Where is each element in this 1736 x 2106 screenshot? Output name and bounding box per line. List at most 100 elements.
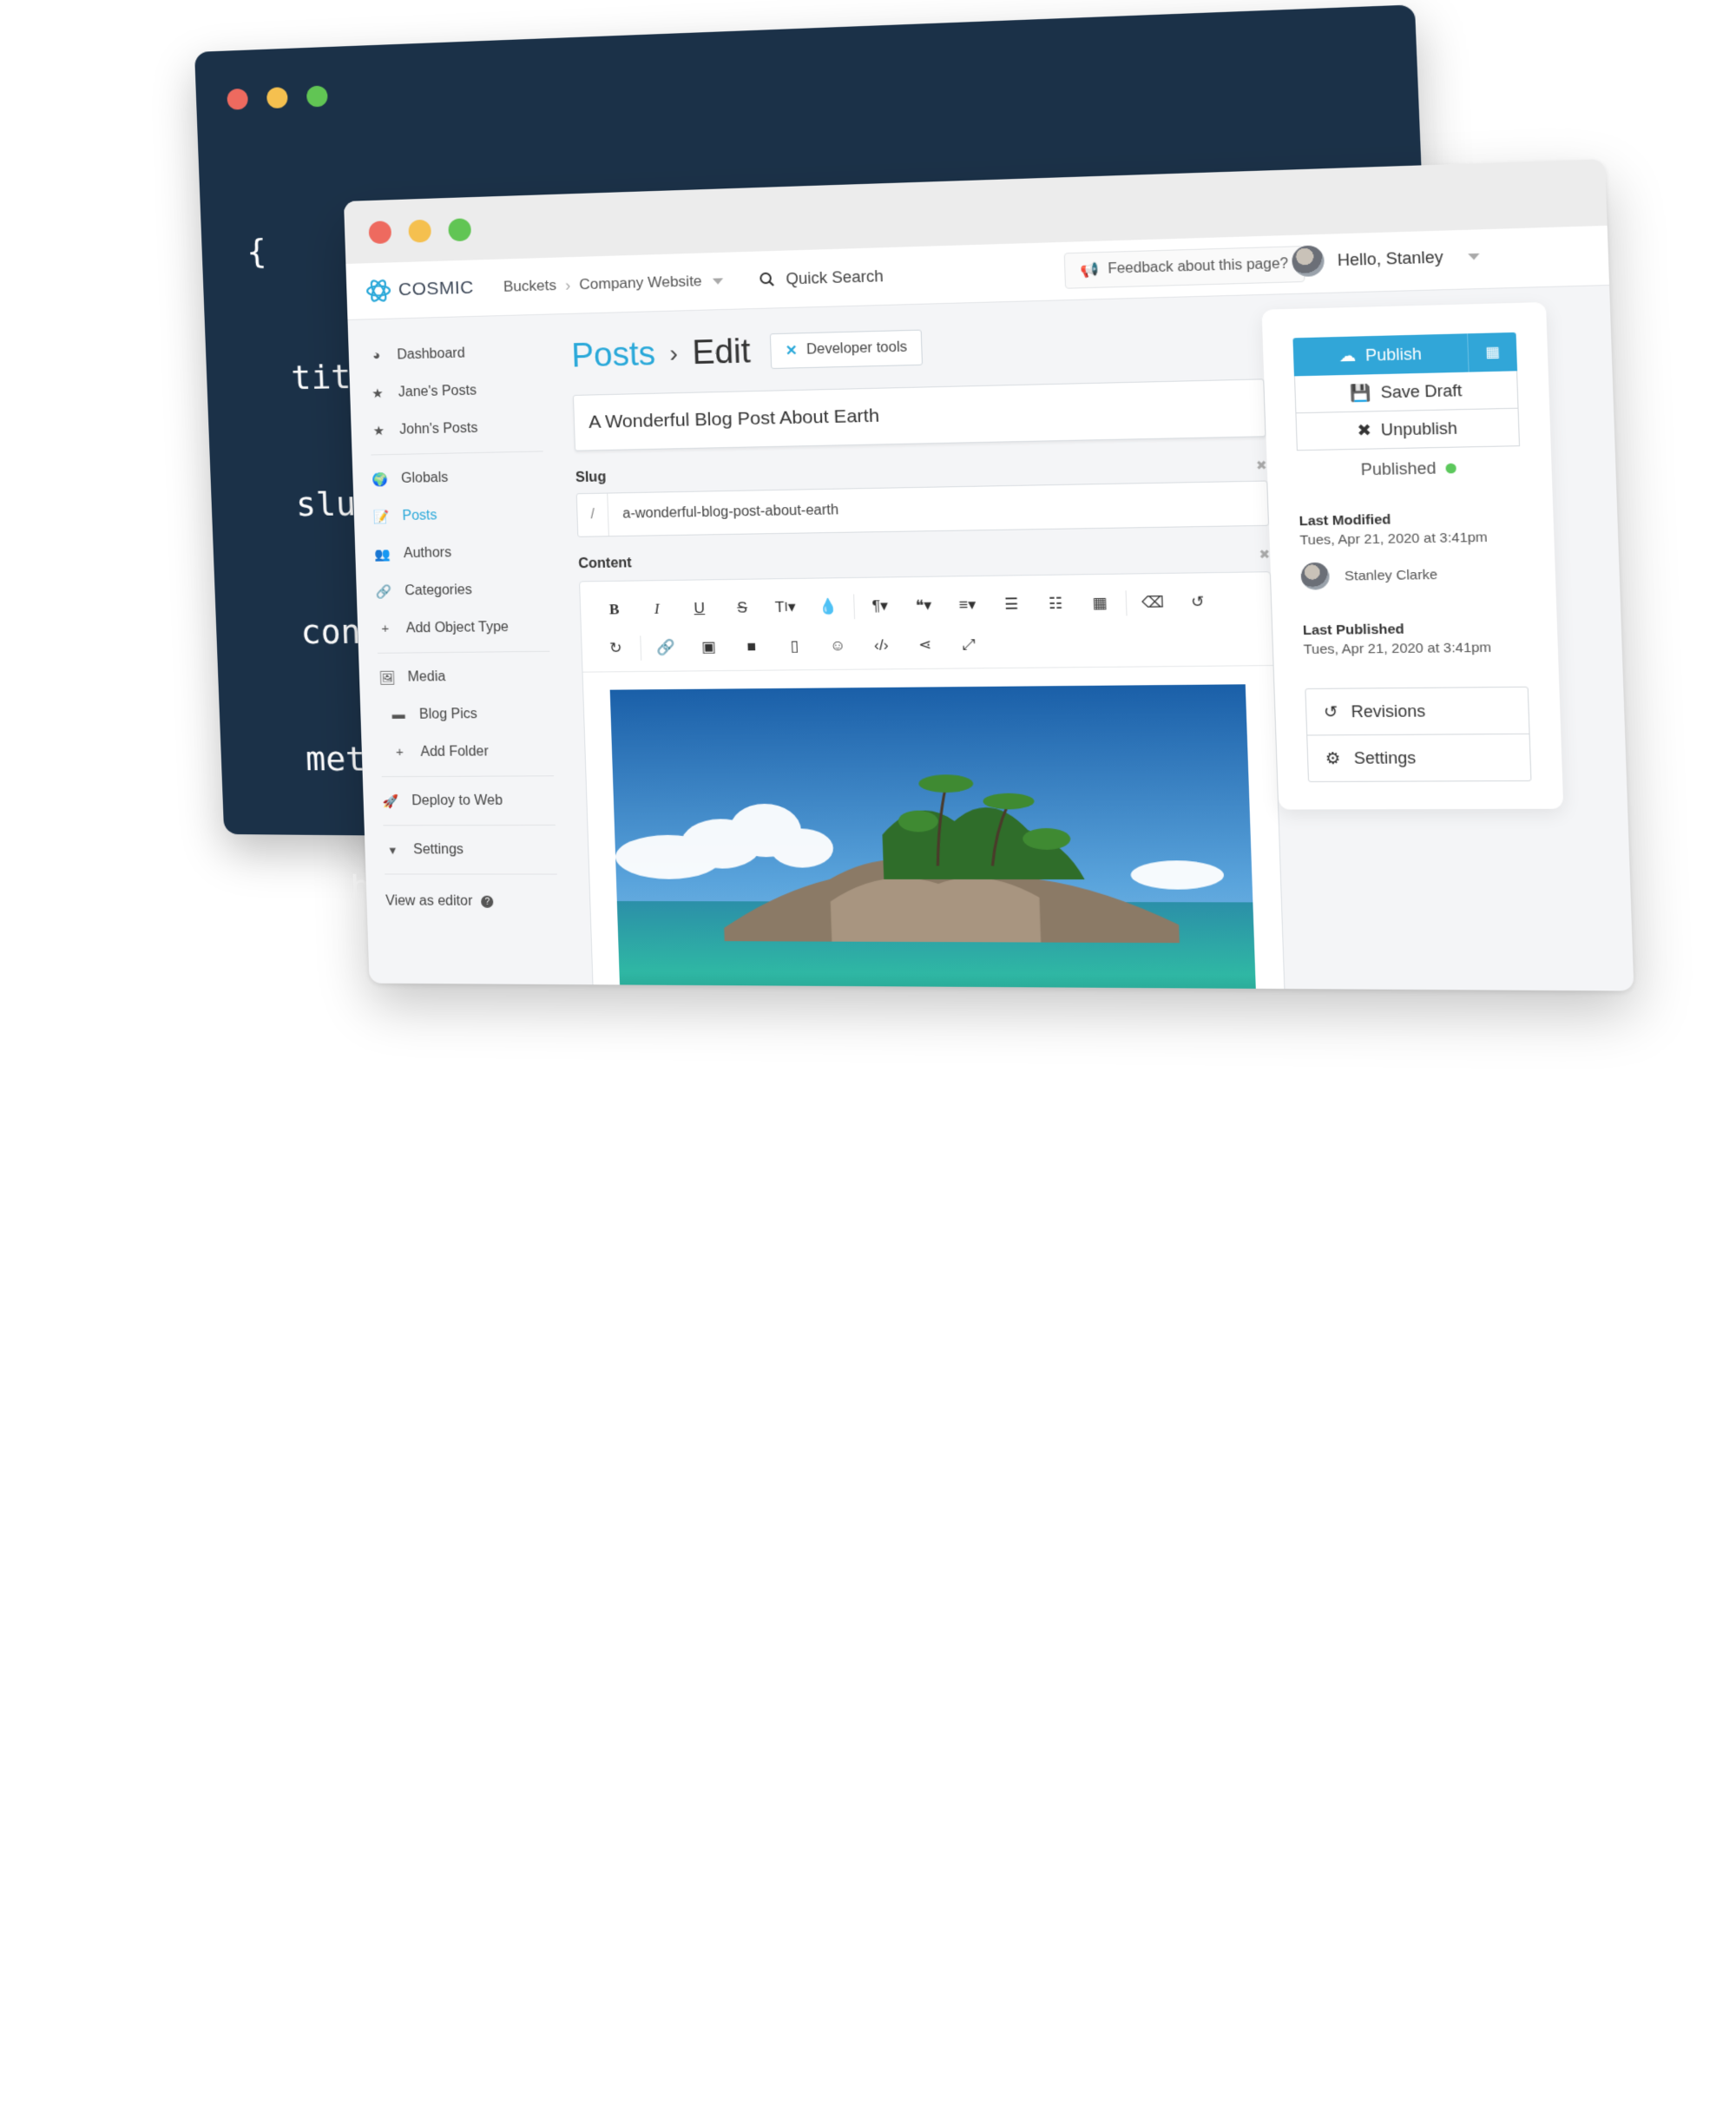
sidebar-item-media[interactable]: 🖼 Media [378, 657, 562, 696]
people-icon: 👥 [374, 546, 391, 563]
close-window-button[interactable] [227, 88, 248, 110]
cosmic-logo[interactable]: COSMIC [365, 275, 475, 305]
content-label-row: Content ✖ [578, 546, 1270, 572]
video-icon[interactable]: ■ [730, 632, 774, 662]
sidebar-item-deploy-to-web[interactable]: 🚀 Deploy to Web [382, 781, 566, 819]
breadcrumb-buckets[interactable]: Buckets [503, 277, 557, 296]
slug-field[interactable]: / a-wonderful-blog-post-about-earth [575, 480, 1270, 537]
eraser-icon[interactable]: ⌫ [1130, 587, 1176, 618]
page-heading: Posts › Edit ✕ Developer tools [570, 312, 1263, 383]
emoji-icon[interactable]: ☺ [816, 630, 860, 661]
island-photo [609, 684, 1259, 991]
app-body: ◕ Dashboard ★ Jane's Posts ★ John's Post… [347, 286, 1634, 991]
sidebar-divider [377, 650, 550, 654]
maximize-window-button[interactable] [306, 85, 328, 108]
quick-search[interactable]: Quick Search [759, 267, 884, 289]
sidebar-item-dashboard[interactable]: ◕ Dashboard [367, 332, 551, 375]
save-draft-button[interactable]: 💾 Save Draft [1293, 371, 1519, 414]
sidebar-item-janes-posts[interactable]: ★ Jane's Posts [368, 370, 552, 411]
sidebar-item-settings[interactable]: ▾ Settings [384, 831, 568, 869]
breadcrumb-posts[interactable]: Posts [571, 335, 656, 375]
strikethrough-icon[interactable]: S [720, 593, 765, 623]
code-line: pu [274, 993, 397, 1035]
link-icon[interactable]: 🔗 [644, 633, 687, 663]
sidebar-item-blog-pics[interactable]: ▬ Blog Pics [379, 694, 563, 734]
code-icon[interactable]: ‹/› [859, 630, 904, 661]
sidebar-item-johns-posts[interactable]: ★ John's Posts [370, 408, 554, 450]
unordered-list-icon[interactable]: ☷ [1033, 589, 1078, 620]
paragraph-icon[interactable]: ¶▾ [858, 591, 902, 622]
save-draft-label: Save Draft [1380, 380, 1463, 402]
share-icon[interactable]: ⋖ [903, 629, 948, 661]
sidebar-item-add-object-type[interactable]: + Add Object Type [376, 608, 560, 648]
sidebar-item-label: Blog Pics [418, 706, 478, 722]
developer-tools-button[interactable]: ✕ Developer tools [769, 329, 924, 370]
star-icon: ★ [372, 385, 384, 401]
italic-icon[interactable]: I [635, 594, 679, 624]
font-size-icon[interactable]: T I ▾ [763, 592, 807, 622]
fullscreen-icon[interactable]: ⤢ [946, 629, 991, 661]
globe-icon: 🌍 [372, 471, 389, 488]
chevron-right-icon: › [668, 339, 679, 367]
publish-panel-container: ☁ Publish ▦ 💾 Save Draft ✖ Unpublish Pub… [1261, 287, 1572, 991]
align-icon[interactable]: ≡▾ [945, 589, 990, 621]
image-icon[interactable]: ▣ [687, 632, 730, 662]
sidebar-divider [381, 775, 555, 778]
file-icon[interactable]: ▯ [773, 631, 817, 661]
revisions-link[interactable]: ↺ Revisions [1305, 688, 1529, 735]
close-window-button[interactable] [368, 220, 392, 245]
unpublish-button[interactable]: ✖ Unpublish [1295, 408, 1521, 451]
sidebar-item-authors[interactable]: 👥 Authors [373, 532, 557, 573]
publish-label: Publish [1364, 344, 1423, 365]
table-icon[interactable]: ▦ [1077, 588, 1122, 619]
underline-icon[interactable]: U [678, 593, 721, 623]
avatar [1300, 562, 1331, 590]
settings-link[interactable]: ⚙ Settings [1307, 733, 1531, 781]
tools-icon: ✕ [785, 343, 799, 359]
user-menu[interactable]: Hello, Stanley [1291, 240, 1480, 278]
view-as-editor-toggle[interactable]: View as editor ? [385, 894, 569, 911]
title-input[interactable]: A Wonderful Blog Post About Earth [572, 378, 1266, 451]
code-line: } [299, 1629, 401, 1675]
view-as-editor-label: View as editor [385, 893, 473, 909]
feedback-button[interactable]: 📢 Feedback about this page? [1063, 246, 1305, 289]
star-icon: ★ [372, 423, 385, 438]
ordered-list-icon[interactable]: ☰ [989, 589, 1034, 621]
quote-icon[interactable]: ❝▾ [901, 590, 946, 622]
last-published-value: Tues, Apr 21, 2020 at 3:41pm [1303, 640, 1492, 658]
code-line: } [304, 1757, 365, 1800]
image-icon: 🖼 [378, 670, 396, 686]
publish-button[interactable]: ☁ Publish [1292, 333, 1469, 377]
schedule-button[interactable]: ▦ [1467, 332, 1518, 372]
minimize-window-button[interactable] [408, 219, 432, 243]
dashboard-icon: ◕ [372, 348, 381, 364]
sidebar: ◕ Dashboard ★ Jane's Posts ★ John's Post… [347, 315, 571, 986]
sidebar-divider [383, 824, 556, 826]
plus-icon: + [381, 621, 390, 636]
unpublish-label: Unpublish [1380, 418, 1458, 439]
help-icon[interactable]: ? [481, 895, 494, 908]
window-controls [368, 218, 472, 245]
toolbar-divider [1125, 590, 1128, 616]
content-image[interactable] [609, 684, 1259, 991]
bucket-selector[interactable]: Company Website [579, 272, 724, 293]
sidebar-item-posts[interactable]: 📝 Posts [372, 495, 556, 536]
sidebar-item-label: Media [407, 668, 446, 685]
close-icon[interactable]: ✖ [1256, 457, 1267, 473]
toolbar-divider [640, 635, 642, 661]
status-dot-icon [1445, 463, 1457, 474]
sidebar-item-globals[interactable]: 🌍 Globals [372, 457, 556, 497]
color-drop-icon[interactable]: 💧 [806, 591, 851, 622]
close-icon[interactable]: ✖ [1259, 547, 1270, 563]
sidebar-item-categories[interactable]: 🔗 Categories [375, 570, 559, 610]
sidebar-item-label: Posts [402, 507, 437, 523]
bold-icon[interactable]: B [593, 595, 636, 625]
undo-icon[interactable]: ↺ [1174, 587, 1220, 618]
maximize-window-button[interactable] [448, 218, 472, 242]
sidebar-item-add-folder[interactable]: + Add Folder [380, 733, 564, 771]
sidebar-item-label: Jane's Posts [398, 382, 477, 400]
code-line: au [279, 1120, 401, 1163]
rich-text-editor[interactable]: B I U S T I ▾ 💧 ¶▾ ❝▾ ≡▾ ☰ ☷ ▦ ⌫ ↺ ↻ 🔗 ▣… [579, 571, 1287, 991]
minimize-window-button[interactable] [266, 87, 288, 109]
redo-icon[interactable]: ↻ [594, 633, 637, 663]
